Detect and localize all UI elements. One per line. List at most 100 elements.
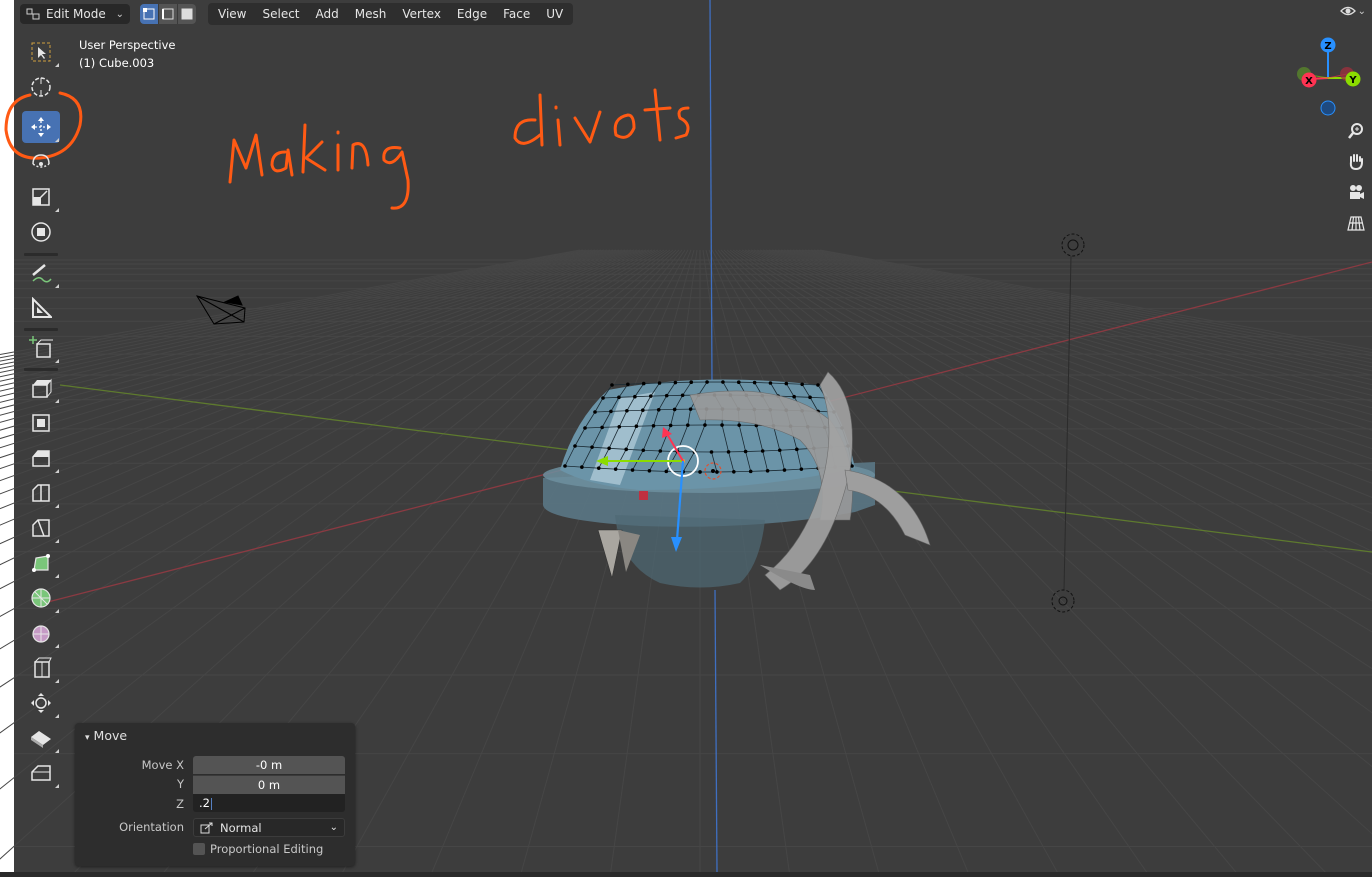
mode-dropdown[interactable]: Edit Mode ⌄	[20, 4, 130, 24]
grid-line	[801, 249, 1372, 372]
grid-line	[720, 249, 1331, 877]
mesh-vertex	[657, 381, 662, 385]
mesh-vertex	[624, 447, 628, 452]
move-z-label: Z	[176, 797, 184, 811]
mesh-vertex	[777, 448, 782, 453]
z-axis-line-top	[709, 0, 713, 386]
mesh-vertex	[686, 423, 690, 427]
zoom-button[interactable]	[1343, 118, 1369, 144]
grid-line	[804, 249, 1372, 368]
tool-corner	[55, 63, 59, 67]
menu-edge[interactable]: Edge	[449, 3, 495, 25]
z-axis-line-bottom	[714, 589, 718, 873]
operator-panel-header[interactable]: ▾ Move	[85, 728, 127, 743]
tool-spin[interactable]	[22, 582, 60, 614]
edit-mode-icon	[26, 8, 40, 20]
tool-edge-slide[interactable]	[22, 652, 60, 684]
orientation-value: Normal	[220, 820, 262, 835]
pan-button[interactable]	[1343, 148, 1369, 174]
move-z-field[interactable]: .2	[193, 794, 345, 812]
proportional-editing-checkbox[interactable]	[193, 843, 205, 855]
tool-shrink-fatten[interactable]	[22, 687, 60, 719]
mesh-vertex	[736, 380, 741, 384]
mesh-vertex	[647, 468, 652, 473]
menu-select[interactable]: Select	[254, 3, 307, 25]
object-name: (1) Cube.003	[79, 56, 155, 70]
mesh-vertex	[648, 394, 653, 398]
tool-corner	[55, 208, 59, 212]
inset-icon	[32, 414, 50, 432]
chevron-down-icon: ⌄	[115, 8, 124, 20]
mesh-vertex	[607, 446, 611, 451]
last-operator-panel: ▾ Move Move X -0 m Y 0 m Z .2 Orientation…	[75, 723, 355, 866]
tool-inset-faces[interactable]	[22, 407, 60, 439]
select-mode-group	[140, 4, 196, 24]
camera-icon	[1350, 185, 1364, 199]
mesh-edge	[660, 450, 678, 452]
tool-scale[interactable]	[22, 181, 60, 213]
tool-select-box[interactable]	[22, 36, 60, 68]
toolbar-divider	[24, 328, 58, 331]
tool-rip-region[interactable]	[22, 757, 60, 789]
move-x-label: Move X	[141, 758, 184, 772]
menu-uv[interactable]: UV	[538, 3, 571, 25]
menu-mesh[interactable]: Mesh	[347, 3, 395, 25]
mesh-vertex	[748, 469, 753, 474]
menu-view[interactable]: View	[210, 3, 254, 25]
knife-icon	[32, 519, 50, 537]
mesh-vertex	[664, 393, 669, 398]
mesh-vertex	[626, 382, 630, 387]
grid-line	[783, 249, 1372, 402]
tool-corner	[55, 574, 59, 578]
mesh-vertex	[689, 380, 694, 384]
mesh-vertex	[672, 407, 677, 412]
proportional-editing-toggle[interactable]: Proportional Editing	[193, 842, 323, 856]
mesh-vertex	[782, 468, 787, 472]
transform-icon	[31, 222, 51, 242]
mesh-vertex	[737, 423, 741, 427]
zoom-icon	[1348, 123, 1363, 139]
tool-knife[interactable]	[22, 512, 60, 544]
orientation-dropdown[interactable]: Normal ⌄	[193, 818, 345, 837]
edge-select-button[interactable]	[159, 4, 178, 24]
mesh-edge	[611, 383, 628, 386]
tool-cursor[interactable]	[22, 71, 60, 103]
tool-measure[interactable]	[22, 292, 60, 324]
vertex-select-button[interactable]	[140, 4, 159, 24]
loop-cut-icon	[32, 484, 50, 502]
mesh-vertex	[609, 409, 613, 414]
mesh-edge	[626, 409, 643, 412]
tool-transform[interactable]	[22, 216, 60, 248]
chevron-down-icon: ⌄	[1357, 5, 1366, 17]
mesh-vertex	[590, 445, 594, 449]
tool-loop-cut[interactable]	[22, 477, 60, 509]
move-x-field[interactable]: -0 m	[193, 756, 345, 774]
mesh-vertex	[656, 407, 661, 412]
tool-move[interactable]	[22, 111, 60, 143]
perspective-toggle-button[interactable]	[1343, 210, 1369, 236]
navigation-gizmo[interactable]: Z X Y	[1290, 34, 1370, 124]
move-z-value: .2	[199, 796, 210, 810]
face-select-button[interactable]	[178, 4, 196, 24]
tool-add-cube[interactable]	[22, 332, 60, 364]
menu-face[interactable]: Face	[495, 3, 538, 25]
move-y-field[interactable]: 0 m	[193, 775, 345, 794]
chevron-down-icon: ⌄	[329, 822, 338, 833]
tool-shear[interactable]	[22, 722, 60, 754]
tool-extrude-region[interactable]	[22, 372, 60, 404]
light-object	[1051, 233, 1085, 613]
tool-poly-build[interactable]	[22, 547, 60, 579]
visibility-dropdown[interactable]: ⌄	[1339, 4, 1366, 18]
menu-add[interactable]: Add	[308, 3, 347, 25]
operator-title: Move	[93, 728, 128, 743]
tool-smooth[interactable]	[22, 617, 60, 649]
tool-rotate[interactable]	[22, 146, 60, 178]
tool-corner	[55, 359, 59, 363]
tool-annotate[interactable]	[22, 257, 60, 289]
mesh-vertex	[641, 381, 646, 386]
mode-label: Edit Mode	[46, 7, 106, 21]
tool-bevel[interactable]	[22, 442, 60, 474]
camera-view-button[interactable]	[1343, 179, 1369, 205]
move-icon	[31, 117, 51, 137]
menu-vertex[interactable]: Vertex	[394, 3, 449, 25]
